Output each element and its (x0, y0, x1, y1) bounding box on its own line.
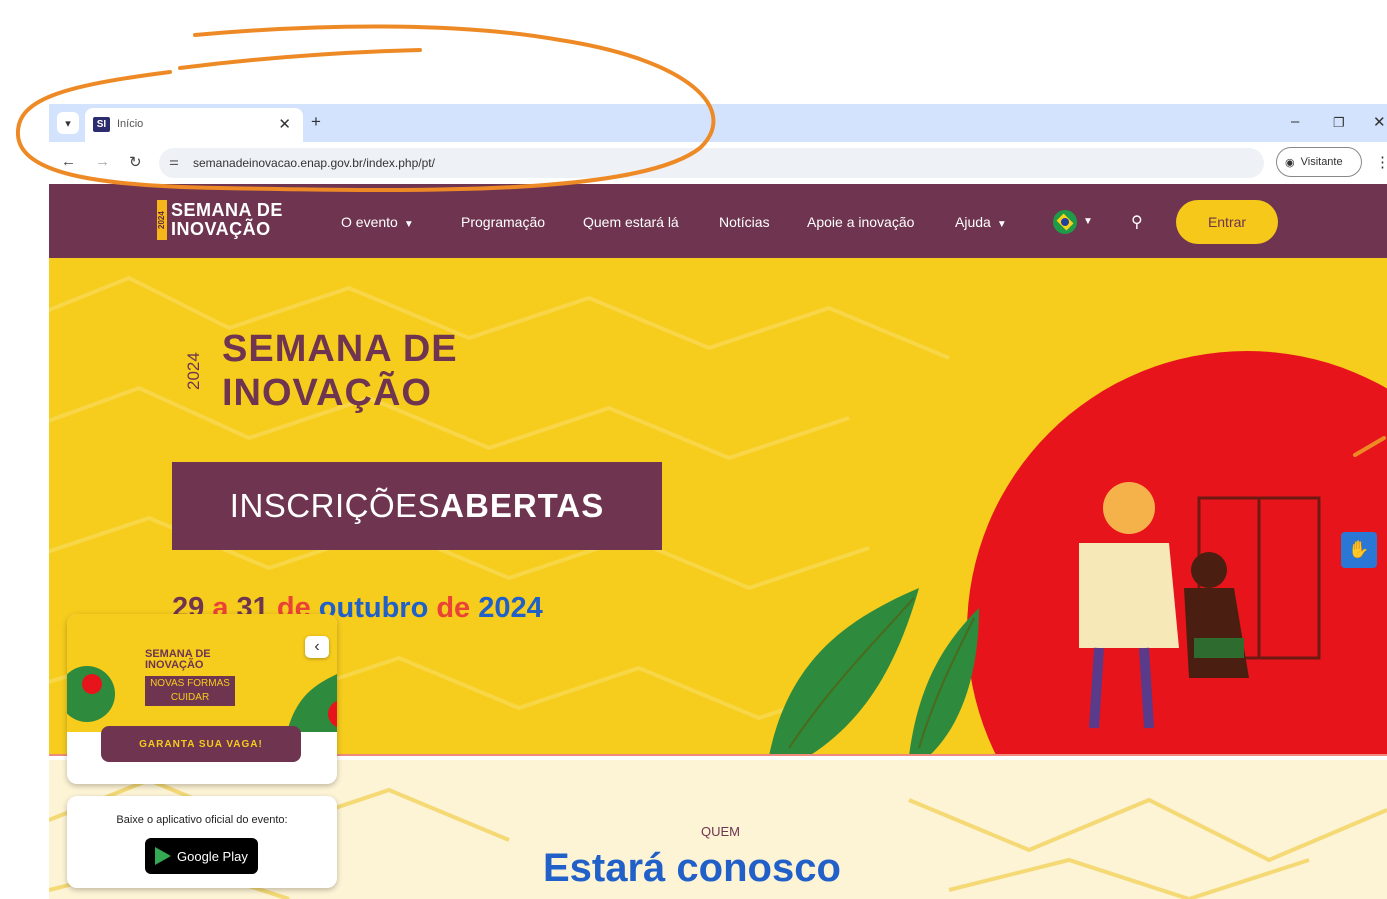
language-chevron-icon[interactable]: ▼ (1083, 216, 1093, 227)
sign-language-icon[interactable]: ✋ (1341, 532, 1377, 568)
app-download-text: Baixe o aplicativo oficial do evento: (116, 814, 288, 826)
nav-o-evento[interactable]: O evento ▼ (341, 214, 414, 230)
profile-icon: ◉ (1285, 156, 1295, 169)
promo-title-line-2: INOVAÇÃO (145, 659, 204, 671)
promo-title: SEMANA DE INOVAÇÃO (145, 649, 211, 671)
reload-icon[interactable]: ↻ (129, 153, 142, 171)
nav-programacao[interactable]: Programação (461, 214, 545, 230)
restore-icon[interactable]: ❐ (1333, 115, 1345, 131)
logo-year: 2024 (157, 200, 167, 240)
promo-tag-line-2: CUIDAR (170, 692, 210, 703)
nav-label: Ajuda (955, 214, 991, 230)
new-tab-icon[interactable]: + (311, 112, 321, 132)
nav-quem-estara-la[interactable]: Quem estará lá (583, 214, 679, 230)
tab-search-icon[interactable]: ▾ (57, 112, 79, 134)
google-play-label: Google Play (177, 848, 248, 864)
search-icon[interactable]: ⚲ (1131, 212, 1143, 232)
banner-bold: ABERTAS (440, 487, 605, 524)
tab-bar: ▾ SI Início ✕ + – ❐ ✕ (49, 104, 1387, 142)
site-logo[interactable]: 2024 SEMANA DE INOVAÇÃO (157, 200, 309, 240)
section-kicker: QUEM (701, 824, 740, 839)
date-part: de (436, 592, 471, 624)
brazil-flag-icon[interactable] (1053, 210, 1077, 234)
tab-inicio[interactable]: SI Início ✕ (85, 108, 303, 142)
garanta-vaga-button[interactable]: GARANTA SUA VAGA! (101, 726, 301, 762)
promo-artwork: SEMANA DE INOVAÇÃO NOVAS FORMAS CUIDAR (67, 614, 337, 732)
promo-card: SEMANA DE INOVAÇÃO NOVAS FORMAS CUIDAR ‹… (67, 614, 337, 784)
close-tab-icon[interactable]: ✕ (278, 115, 291, 133)
profile-button[interactable]: ◉ Visitante (1276, 147, 1362, 177)
section-title: Estará conosco (543, 846, 841, 890)
address-bar[interactable]: ⚌ semanadeinovacao.enap.gov.br/index.php… (159, 148, 1264, 178)
promo-tag: NOVAS FORMAS CUIDAR (145, 676, 235, 706)
nav-label: O evento (341, 214, 398, 230)
site-favicon-icon: SI (93, 117, 110, 132)
date-part: 2024 (478, 592, 543, 624)
hero-title-line-1: SEMANA DE (222, 328, 458, 370)
minimize-icon[interactable]: – (1291, 113, 1299, 130)
screenshot: ▾ SI Início ✕ + – ❐ ✕ ← → ↻ ⚌ semanadein… (0, 0, 1387, 899)
nav-apoie-a-inovacao[interactable]: Apoie a inovação (807, 214, 914, 230)
google-play-button[interactable]: Google Play (145, 838, 258, 874)
hero-title-line-2: INOVAÇÃO (222, 372, 432, 414)
logo-line-1: SEMANA DE (171, 200, 283, 220)
url-text: semanadeinovacao.enap.gov.br/index.php/p… (193, 156, 435, 170)
logo-line-2: INOVAÇÃO (171, 219, 271, 239)
chevron-down-icon: ▼ (403, 219, 414, 230)
banner-regular: INSCRIÇÕES (229, 487, 441, 524)
hero-year: 2024 (184, 352, 203, 390)
promo-illustration (67, 666, 337, 732)
promo-tag-line-1: NOVAS FORMAS (150, 678, 230, 689)
site-info-icon[interactable]: ⚌ (169, 155, 179, 168)
app-download-card: Baixe o aplicativo oficial do evento: Go… (67, 796, 337, 888)
close-window-icon[interactable]: ✕ (1373, 113, 1386, 131)
back-icon[interactable]: ← (61, 153, 76, 170)
google-play-icon (155, 847, 171, 865)
chevron-down-icon: ▼ (996, 219, 1007, 230)
profile-label: Visitante (1300, 156, 1343, 168)
inscricoes-banner[interactable]: INSCRIÇÕES ABERTAS (172, 462, 662, 550)
nav-ajuda[interactable]: Ajuda ▼ (955, 214, 1007, 230)
browser-toolbar: ← → ↻ ⚌ semanadeinovacao.enap.gov.br/ind… (49, 142, 1387, 184)
site-header: 2024 SEMANA DE INOVAÇÃO O evento ▼ Progra… (49, 184, 1387, 258)
tab-title: Início (117, 118, 144, 130)
nav-noticias[interactable]: Notícias (719, 214, 770, 230)
login-button[interactable]: Entrar (1176, 200, 1278, 244)
collapse-chevron-left-icon[interactable]: ‹ (305, 636, 329, 658)
more-menu-icon[interactable]: ⋮ (1375, 153, 1387, 171)
forward-icon[interactable]: → (95, 153, 110, 170)
